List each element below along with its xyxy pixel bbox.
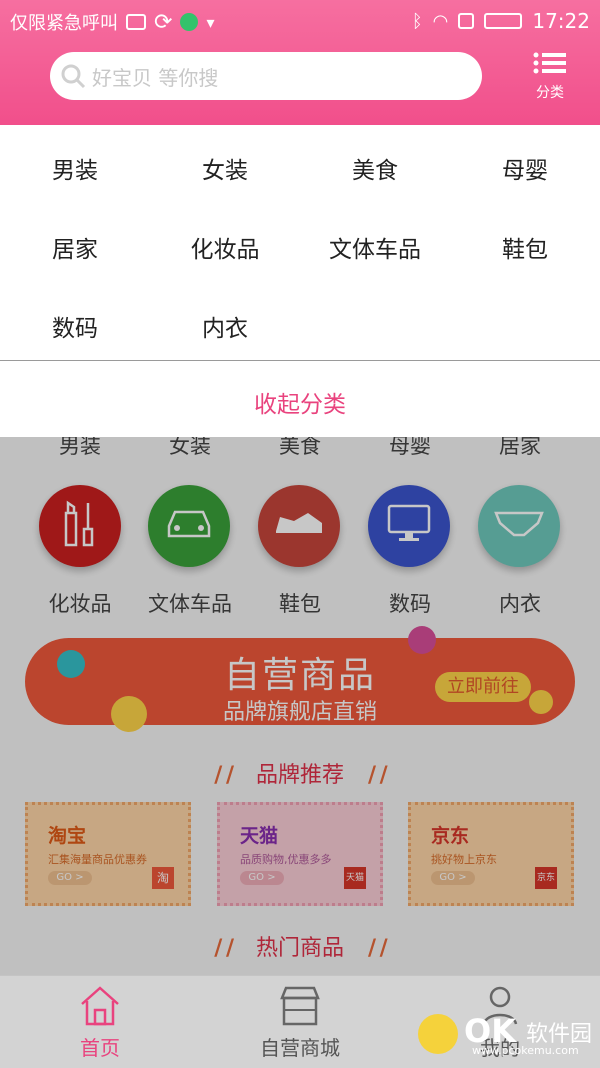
dropdown-item[interactable]: 数码 [0, 309, 150, 343]
dropdown-divider [0, 360, 600, 361]
dropdown-item[interactable]: 男装 [0, 151, 150, 185]
dropdown-item[interactable]: 居家 [0, 230, 150, 264]
category-button[interactable]: 分类 [526, 52, 574, 102]
dropdown-item[interactable]: 美食 [300, 151, 450, 185]
category-button-label: 分类 [536, 85, 564, 101]
tab-store[interactable]: 自营商城 [200, 984, 400, 1061]
sim-icon [458, 13, 475, 29]
menu-icon [533, 52, 567, 78]
collapse-category-button[interactable]: 收起分类 [0, 385, 600, 419]
dropdown-item[interactable]: 女装 [150, 151, 300, 185]
search-icon [60, 63, 86, 89]
dropdown-item[interactable]: 内衣 [150, 309, 300, 343]
android-icon: ▾ [206, 12, 215, 32]
dropdown-item[interactable]: 文体车品 [300, 230, 450, 264]
tab-home[interactable]: 首页 [0, 984, 200, 1061]
status-bar: 仅限紧急呼叫 ⟳ ▾ ᛒ ◠ 17:22 [0, 0, 600, 42]
home-icon [78, 984, 122, 1028]
watermark: OK 软件园 www.pcokemu.com [418, 1012, 594, 1062]
category-dropdown: 男装 女装 美食 母婴 居家 化妆品 文体车品 鞋包 数码 内衣 收起分类 [0, 125, 600, 437]
pacman-logo-icon [418, 1014, 458, 1054]
clock: 17:22 [532, 9, 590, 33]
bluetooth-icon: ᛒ [411, 10, 423, 32]
search-placeholder: 好宝贝 等你搜 [92, 65, 219, 90]
globe-icon [180, 13, 199, 31]
dropdown-item[interactable]: 母婴 [450, 151, 600, 185]
search-input[interactable]: 好宝贝 等你搜 [50, 52, 482, 100]
tab-label: 首页 [80, 1036, 120, 1060]
dropdown-item[interactable]: 化妆品 [150, 230, 300, 264]
wifi-icon: ◠ [432, 10, 449, 32]
app-header: 仅限紧急呼叫 ⟳ ▾ ᛒ ◠ 17:22 好宝贝 等你搜 分类 [0, 0, 600, 125]
store-icon [278, 984, 322, 1028]
watermark-url: www.pcokemu.com [472, 1044, 579, 1057]
battery-icon [484, 13, 523, 29]
sync-icon: ⟳ [154, 9, 173, 35]
dropdown-item[interactable]: 鞋包 [450, 230, 600, 264]
tab-label: 自营商城 [260, 1036, 340, 1060]
carrier-text: 仅限紧急呼叫 [10, 13, 118, 34]
keyboard-icon [126, 14, 146, 30]
